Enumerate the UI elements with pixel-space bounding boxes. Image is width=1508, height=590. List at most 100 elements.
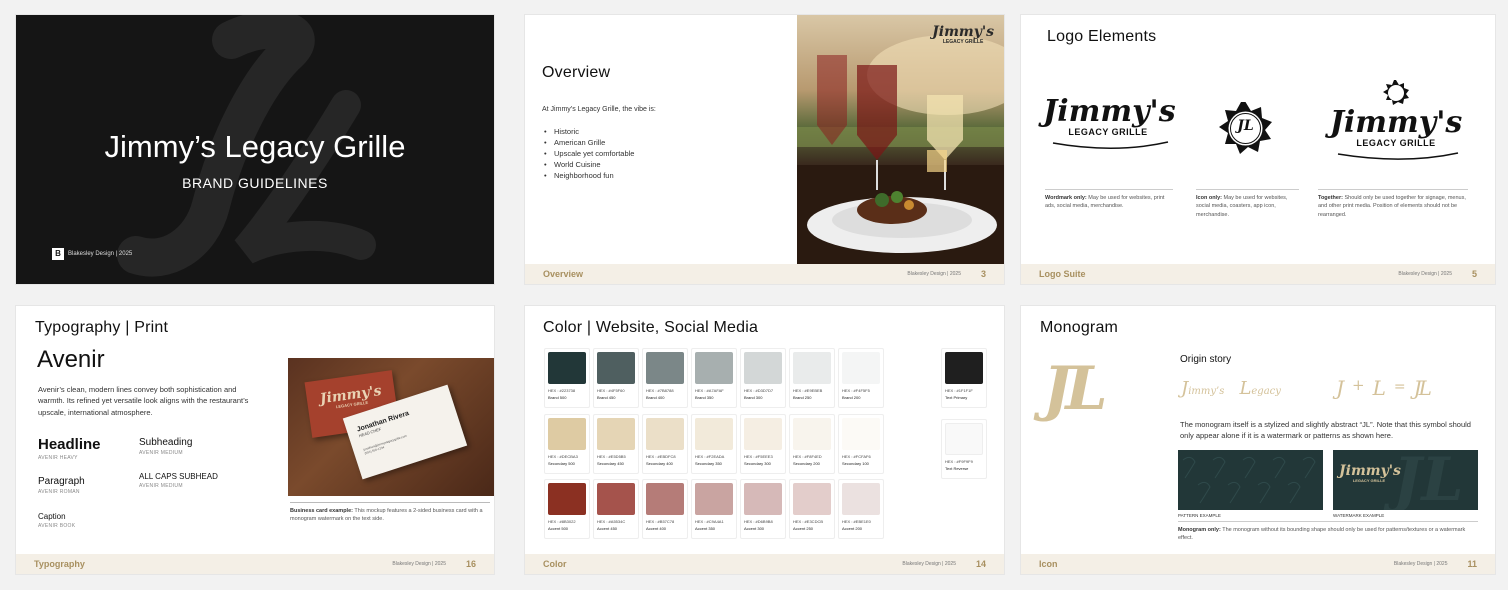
color-swatch[interactable]: HEX : #A7AFAF Brand 350 — [691, 348, 737, 408]
wordmark-caption: Wordmark only: May be used for websites,… — [1045, 189, 1173, 211]
icon-caption: Icon only: May be used for websites, soc… — [1196, 189, 1299, 219]
swatch-name: Brand 250 — [793, 395, 812, 400]
swatch-chip — [945, 423, 983, 455]
color-swatch[interactable]: HEX : #F9F9F9 Text Reverse — [941, 419, 987, 479]
slide-title: Overview — [542, 64, 611, 81]
color-swatch[interactable]: HEX : #F2EADA Secondary 350 — [691, 414, 737, 474]
swatch-name: Brand 450 — [597, 395, 616, 400]
footer-section: Logo Suite — [1039, 269, 1086, 279]
swatch-hex: HEX : #4F5F60 — [597, 388, 625, 393]
vibe-list: Historic American Grille Upscale yet com… — [542, 126, 634, 181]
monogram-large: JL — [1043, 354, 1108, 424]
swatch-name: Secondary 350 — [695, 461, 722, 466]
swatch-hex: HEX : #DECBA3 — [548, 454, 578, 459]
swatch-hex: HEX : #C9A4A1 — [695, 519, 724, 524]
swatch-chip — [646, 352, 684, 384]
color-swatch[interactable]: HEX : #4F5F60 Brand 450 — [593, 348, 639, 408]
slide-logo-elements[interactable]: Logo Elements Jimmy's LEGACY GRILLE JL J… — [1021, 15, 1495, 284]
swatch-hex: HEX : #B57C78 — [646, 519, 675, 524]
wordmark-swash — [1052, 141, 1169, 149]
color-swatch[interactable]: HEX : #8B3022 Accent 500 — [544, 479, 590, 539]
color-swatch[interactable]: HEX : #E5D5B5 Secondary 450 — [593, 414, 639, 474]
swatch-chip — [793, 352, 831, 384]
color-swatch[interactable]: HEX : #D3D7D7 Brand 300 — [740, 348, 786, 408]
blakesley-logo-icon: B — [52, 248, 64, 260]
footer-meta: Blakesley Design | 2025 — [902, 561, 956, 567]
swatch-hex: HEX : #FCFAF6 — [842, 454, 871, 459]
color-swatch[interactable]: HEX : #F5EEE3 Secondary 300 — [740, 414, 786, 474]
swatch-chip — [793, 418, 831, 450]
business-card-mockup: Jimmy's LEGACY GRILLE Jonathan Rivera HE… — [288, 358, 494, 496]
origin-story-words: Jimmy’s Legacy — [1181, 378, 1281, 399]
swatch-hex: HEX : #D3D7D7 — [744, 388, 774, 393]
swatch-chip — [695, 352, 733, 384]
swatch-hex: HEX : #A5534C — [597, 519, 626, 524]
color-swatch[interactable]: HEX : #E3CDCB Accent 250 — [789, 479, 835, 539]
slide-typography[interactable]: Typography | Print Avenir Avenir’s clean… — [16, 306, 494, 574]
swatch-name: Secondary 300 — [744, 461, 771, 466]
slide-monogram[interactable]: Monogram JL Origin story Jimmy’s Legacy … — [1021, 306, 1495, 574]
footer-meta: Blakesley Design | 2025 — [1393, 561, 1448, 567]
credit: B Blakesley Design | 2025 — [52, 248, 132, 260]
color-swatch[interactable]: HEX : #C9A4A1 Accent 350 — [691, 479, 737, 539]
swatch-chip — [548, 352, 586, 384]
swatch-chip — [597, 418, 635, 450]
color-swatch[interactable]: HEX : #FCFAF6 Secondary 100 — [838, 414, 884, 474]
footer-section: Color — [543, 559, 567, 569]
watermark-logo: Jimmy's LEGACY GRILLE — [1339, 463, 1401, 483]
swatch-name: Brand 200 — [842, 395, 861, 400]
list-item: Historic — [542, 126, 634, 137]
footer-meta: Blakesley Design | 2025 — [1398, 271, 1452, 277]
type-style-caption: Caption AVENIR BOOK — [38, 512, 76, 529]
type-style-paragraph: Paragraph AVENIR ROMAN — [38, 476, 85, 495]
swatch-chip — [793, 483, 831, 515]
slide-footer: Overview Blakesley Design | 2025 3 — [525, 264, 1004, 284]
list-item: World Cuisine — [542, 159, 634, 170]
footer-meta: Blakesley Design | 2025 — [907, 271, 961, 277]
swatch-name: Text Reverse — [945, 466, 969, 471]
footer-section: Typography — [34, 559, 85, 569]
swatch-chip — [842, 483, 880, 515]
footer-section: Icon — [1039, 559, 1058, 569]
origin-story-title: Origin story — [1180, 354, 1232, 365]
color-swatch[interactable]: HEX : #F8F4ED Secondary 200 — [789, 414, 835, 474]
swatch-hex: HEX : #EBDFC8 — [646, 454, 676, 459]
cover-title: Jimmy’s Legacy Grille — [104, 129, 406, 164]
swatch-name: Accent 250 — [793, 526, 814, 531]
color-swatch[interactable]: HEX : #D6B9B8 Accent 300 — [740, 479, 786, 539]
type-style-caps-subhead: ALL CAPS SUBHEAD AVENIR MEDIUM — [139, 472, 218, 489]
swatch-chip — [695, 418, 733, 450]
color-swatch[interactable]: HEX : #B57C78 Accent 400 — [642, 479, 688, 539]
slide-overview[interactable]: Overview At Jimmy’s Legacy Grille, the v… — [525, 15, 1004, 284]
watermark-example: JL Jimmy's LEGACY GRILLE — [1333, 450, 1478, 510]
color-swatch[interactable]: HEX : #A5534C Accent 450 — [593, 479, 639, 539]
swatch-hex: HEX : #EBE1E0 — [842, 519, 871, 524]
color-swatch[interactable]: HEX : #DECBA3 Secondary 500 — [544, 414, 590, 474]
slide-title: Logo Elements — [1047, 28, 1157, 45]
swatch-name: Secondary 500 — [548, 461, 575, 466]
monogram-pattern — [1182, 456, 1316, 504]
small-badge-icon — [1383, 80, 1409, 105]
together-caption: Together: Should only be used together f… — [1318, 189, 1468, 219]
color-swatch[interactable]: HEX : #223738 Brand 500 — [544, 348, 590, 408]
slide-footer: Typography Blakesley Design | 2025 16 — [16, 554, 494, 574]
footer-section: Overview — [543, 269, 584, 279]
color-swatch[interactable]: HEX : #EBDFC8 Secondary 400 — [642, 414, 688, 474]
list-item: Neighborhood fun — [542, 170, 634, 181]
credit-text: Blakesley Design | 2025 — [68, 251, 133, 257]
font-description: Avenir’s clean, modern lines convey both… — [38, 385, 249, 417]
slide-color[interactable]: Color | Website, Social Media HEX : #223… — [525, 306, 1004, 574]
color-swatch[interactable]: HEX : #7B8788 Brand 400 — [642, 348, 688, 408]
swatch-name: Secondary 450 — [597, 461, 624, 466]
swatch-name: Text Primary — [945, 395, 968, 400]
color-swatch[interactable]: HEX : #E9EBEB Brand 250 — [789, 348, 835, 408]
slide-cover[interactable]: Jimmy’s Legacy Grille BRAND GUIDELINES B… — [16, 15, 494, 284]
color-swatch[interactable]: HEX : #1F1F1F Text Primary — [941, 348, 987, 408]
swatch-name: Accent 450 — [597, 526, 618, 531]
swatch-hex: HEX : #1F1F1F — [945, 388, 973, 393]
monogram-note: Monogram only: The monogram without its … — [1178, 521, 1478, 543]
swatch-chip — [842, 352, 880, 384]
color-swatch[interactable]: HEX : #EBE1E0 Accent 200 — [838, 479, 884, 539]
swatch-name: Brand 300 — [744, 395, 763, 400]
color-swatch[interactable]: HEX : #F4F5F5 Brand 200 — [838, 348, 884, 408]
